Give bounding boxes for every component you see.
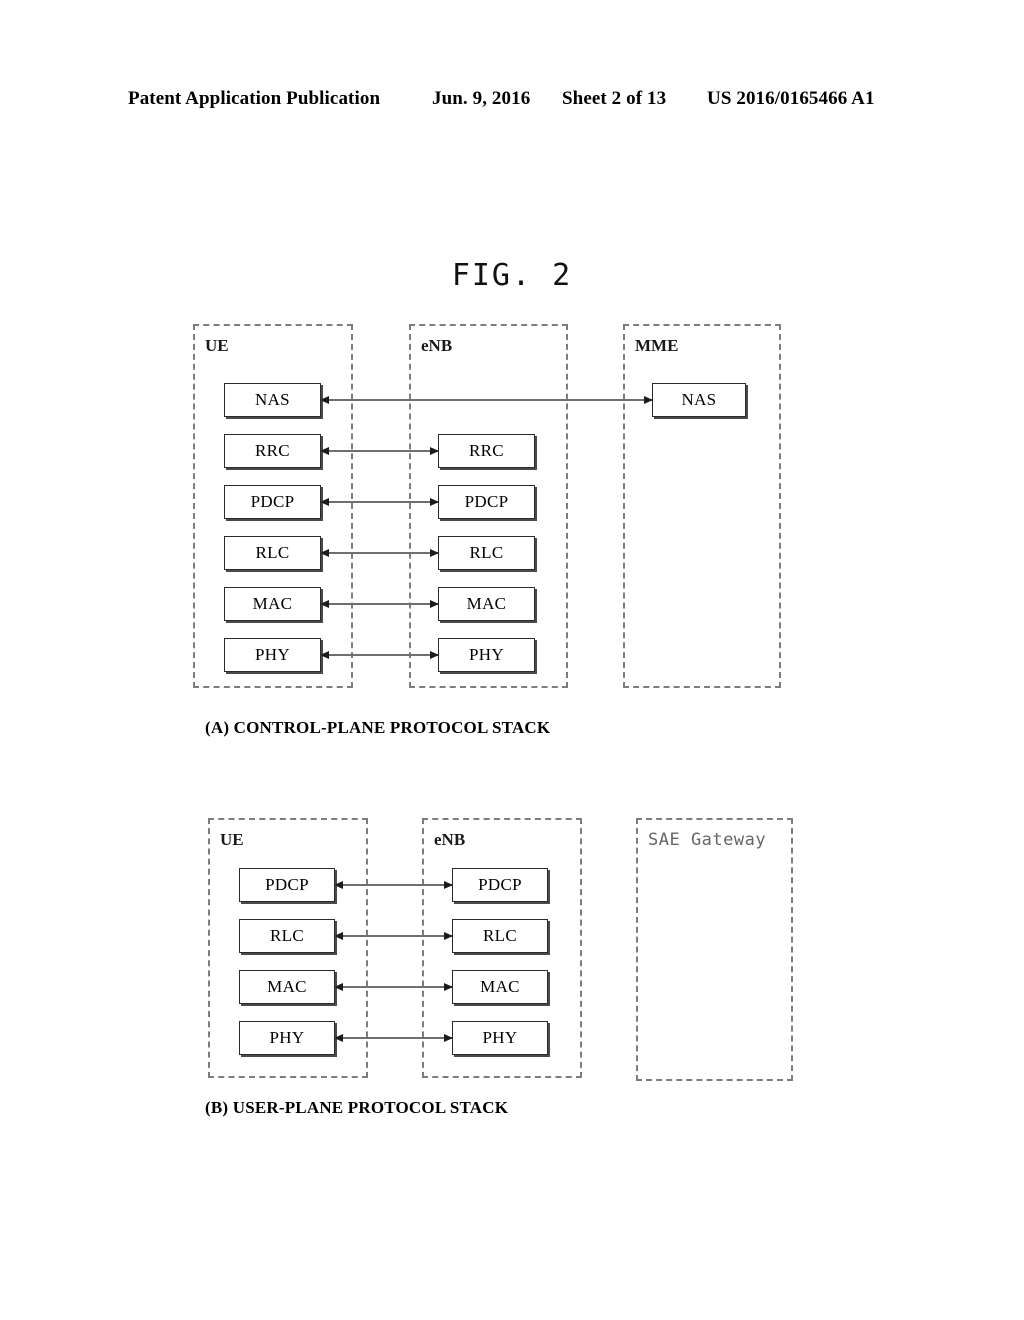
layer-box-phy: PHY (438, 638, 535, 672)
layer-box-nas: NAS (224, 383, 321, 417)
layer-box-phy: PHY (239, 1021, 335, 1055)
layer-box-rlc: RLC (438, 536, 535, 570)
header-sheet: Sheet 2 of 13 (562, 88, 667, 109)
container-label-mme: MME (635, 336, 679, 355)
header-patent-number: US 2016/0165466 A1 (707, 88, 875, 109)
page-header: Patent Application Publication Jun. 9, 2… (0, 88, 1024, 114)
header-publication: Patent Application Publication (128, 88, 381, 109)
layer-box-mac: MAC (438, 587, 535, 621)
layer-box-mac: MAC (452, 970, 548, 1004)
connector-pdcp (334, 881, 453, 889)
layer-box-rlc: RLC (224, 536, 321, 570)
layer-box-rlc: RLC (452, 919, 548, 953)
layer-box-pdcp: PDCP (239, 868, 335, 902)
caption-control-plane: (A) CONTROL-PLANE PROTOCOL STACK (205, 718, 551, 737)
connector-phy (320, 651, 439, 659)
connector-mac (334, 983, 453, 991)
connector-pdcp (320, 498, 439, 506)
layer-box-pdcp: PDCP (438, 485, 535, 519)
container-label-enb: eNB (421, 336, 453, 355)
container-label-ue: UE (220, 830, 244, 849)
container-label-sae-gateway: SAE Gateway (648, 830, 767, 850)
container-label-ue: UE (205, 336, 229, 355)
layer-box-pdcp: PDCP (224, 485, 321, 519)
container-mme (623, 324, 781, 688)
layer-box-rrc: RRC (224, 434, 321, 468)
layer-box-rlc: RLC (239, 919, 335, 953)
container-label-enb: eNB (434, 830, 466, 849)
layer-box-nas: NAS (652, 383, 746, 417)
connector-phy (334, 1034, 453, 1042)
layer-box-rrc: RRC (438, 434, 535, 468)
layer-box-mac: MAC (224, 587, 321, 621)
header-date: Jun. 9, 2016 (432, 88, 531, 109)
connector-mac (320, 600, 439, 608)
container-sae-gateway (636, 818, 793, 1081)
figure-title: FIG. 2 (451, 258, 573, 293)
layer-box-mac: MAC (239, 970, 335, 1004)
layer-box-phy: PHY (224, 638, 321, 672)
connector-rlc (334, 932, 453, 940)
layer-box-phy: PHY (452, 1021, 548, 1055)
connector-rrc (320, 447, 439, 455)
layer-box-pdcp: PDCP (452, 868, 548, 902)
caption-user-plane: (B) USER-PLANE PROTOCOL STACK (205, 1098, 509, 1117)
connector-nas (320, 396, 653, 404)
connector-rlc (320, 549, 439, 557)
